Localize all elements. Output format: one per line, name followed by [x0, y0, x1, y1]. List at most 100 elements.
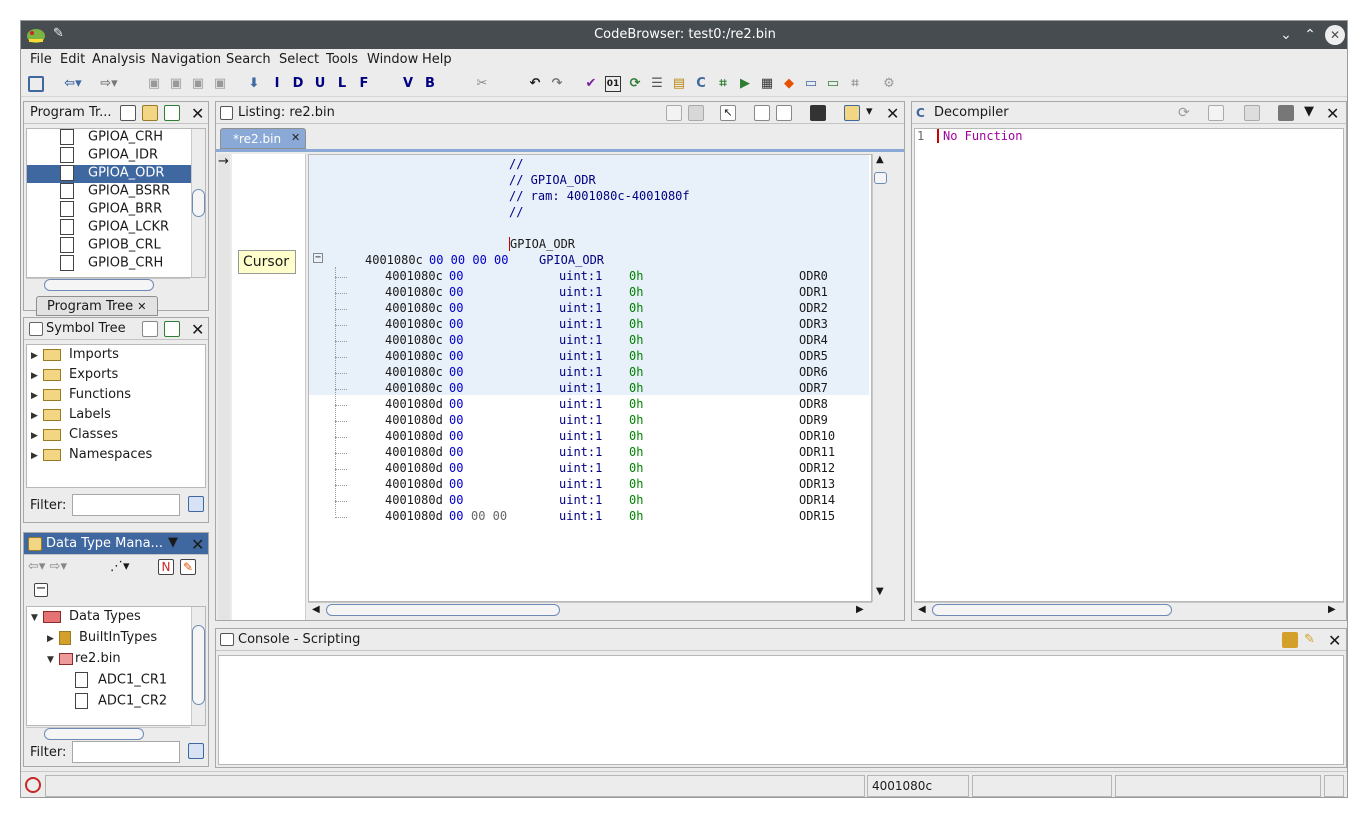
next-label-icon[interactable]: L — [335, 75, 349, 93]
filter-pointers-icon[interactable]: N — [158, 559, 174, 575]
forward-icon[interactable]: ⇨▾ — [97, 75, 121, 93]
pointer-icon[interactable]: ↖ — [720, 105, 736, 121]
next-bookmark-icon[interactable]: B — [423, 75, 437, 93]
field-address[interactable]: 4001080c — [385, 333, 443, 347]
expand-icon[interactable]: ▶ — [31, 371, 43, 381]
field-type[interactable]: uint:1 — [559, 317, 602, 331]
field-value[interactable]: 0h — [629, 429, 643, 443]
menu-search[interactable]: Search — [226, 52, 271, 67]
filter-options-icon[interactable] — [188, 496, 204, 512]
field-name[interactable]: ODR11 — [799, 445, 835, 459]
decompiler-hscroll[interactable]: ◀ ▶ — [914, 602, 1344, 618]
field-type[interactable]: uint:1 — [559, 301, 602, 315]
field-byte[interactable]: 00 — [449, 445, 463, 459]
clear-console-icon[interactable]: ✎ — [1304, 632, 1320, 648]
field-value[interactable]: 0h — [629, 477, 643, 491]
field-byte[interactable]: 00 — [449, 333, 463, 347]
function-graph-icon[interactable]: ⌗ — [715, 75, 731, 93]
field-byte[interactable]: 00 — [449, 381, 463, 395]
menu-tools[interactable]: Tools — [326, 52, 358, 67]
run-icon[interactable]: ▶ — [737, 75, 753, 93]
close-icon[interactable]: ✕ — [886, 104, 899, 123]
next-undefined-icon[interactable]: U — [313, 75, 327, 93]
field-type[interactable]: uint:1 — [559, 509, 602, 523]
expand-icon[interactable]: ▶ — [31, 351, 43, 361]
field-byte[interactable]: 00 — [449, 493, 463, 507]
label-gpioa-odr[interactable]: GPIOA_ODR — [509, 237, 575, 251]
export-tree-icon[interactable] — [164, 105, 180, 121]
dt-adc1-cr1[interactable]: ADC1_CR1 — [75, 672, 167, 688]
field-byte[interactable]: 00 — [449, 301, 463, 315]
field-type[interactable]: uint:1 — [559, 397, 602, 411]
field-value[interactable]: 0h — [629, 397, 643, 411]
close-icon[interactable]: ✕ — [191, 104, 204, 123]
field-name[interactable]: ODR1 — [799, 285, 828, 299]
menu-analysis[interactable]: Analysis — [92, 52, 146, 67]
menu-select[interactable]: Select — [279, 52, 319, 67]
script-icon[interactable]: ▭ — [803, 75, 819, 93]
next-instruction-icon[interactable]: I — [270, 75, 284, 93]
field-address[interactable]: 4001080c — [385, 317, 443, 331]
field-address[interactable]: 4001080d — [385, 397, 443, 411]
dropdown-icon[interactable]: ▾ — [866, 104, 873, 119]
field-type[interactable]: uint:1 — [559, 477, 602, 491]
dt-builtintypes[interactable]: ▶ BuiltInTypes — [47, 630, 157, 645]
nav-next-icon[interactable]: ▣ — [168, 75, 184, 93]
maximize-button[interactable]: ⌃ — [1300, 25, 1320, 45]
close-window-button[interactable]: ✕ — [1325, 25, 1345, 45]
symbol-functions[interactable]: ▶ Functions — [31, 387, 131, 402]
field-byte[interactable]: 00 — [449, 397, 463, 411]
console-output[interactable] — [218, 655, 1344, 765]
program-tree-hscroll[interactable] — [26, 278, 190, 292]
field-value[interactable]: 0h — [629, 365, 643, 379]
dt-root[interactable]: ▼ Data Types — [31, 609, 141, 624]
refresh-icon[interactable]: ⟳ — [627, 75, 643, 93]
field-value[interactable]: 0h — [629, 317, 643, 331]
export-icon[interactable]: ▭ — [825, 75, 841, 93]
collapse-structure-icon[interactable]: − — [313, 253, 323, 263]
next-function-icon[interactable]: F — [357, 75, 371, 93]
field-value[interactable]: 0h — [629, 269, 643, 283]
field-type[interactable]: uint:1 — [559, 429, 602, 443]
down-arrow-icon[interactable]: ⬇ — [247, 75, 261, 93]
field-value[interactable]: 0h — [629, 461, 643, 475]
field-name[interactable]: ODR5 — [799, 349, 828, 363]
minimize-button[interactable]: ⌄ — [1276, 25, 1296, 45]
scroll-thumb[interactable] — [932, 604, 1172, 616]
undo-icon[interactable]: ↶ — [527, 75, 543, 93]
diff-icon[interactable] — [776, 105, 792, 121]
settings-icon[interactable]: ⚙ — [881, 75, 897, 93]
close-icon[interactable]: ✕ — [191, 320, 204, 339]
menu-file[interactable]: File — [30, 52, 52, 67]
struct-address[interactable]: 4001080c — [365, 253, 423, 267]
field-type[interactable]: uint:1 — [559, 445, 602, 459]
filter-options-icon[interactable] — [188, 743, 204, 759]
field-address[interactable]: 4001080d — [385, 413, 443, 427]
tree-item-gpioa-bsrr[interactable]: GPIOA_BSRR — [27, 183, 191, 201]
edit-icon[interactable] — [142, 321, 158, 337]
scroll-left-icon[interactable]: ◀ — [918, 604, 926, 615]
next-value-icon[interactable]: V — [401, 75, 415, 93]
decompile-icon[interactable]: C — [693, 75, 709, 93]
menu-edit[interactable]: Edit — [60, 52, 85, 67]
bytes-icon[interactable]: 01 — [605, 76, 621, 92]
list-icon[interactable]: ☰ — [649, 75, 665, 93]
collapse-icon[interactable]: ▼ — [47, 655, 59, 665]
field-value[interactable]: 0h — [629, 381, 643, 395]
diamond-icon[interactable]: ◆ — [781, 75, 797, 93]
field-value[interactable]: 0h — [629, 493, 643, 507]
field-name[interactable]: ODR13 — [799, 477, 835, 491]
data-type-icon[interactable]: ▤ — [671, 75, 687, 93]
field-byte[interactable]: 00 — [449, 509, 463, 523]
tree-view-icon[interactable]: ⋰▾ — [110, 559, 130, 574]
scroll-left-icon[interactable]: ◀ — [312, 604, 320, 615]
field-type[interactable]: uint:1 — [559, 381, 602, 395]
back-icon[interactable]: ⇦▾ — [61, 75, 85, 93]
tree-item-gpioa-brr[interactable]: GPIOA_BRR — [27, 201, 191, 219]
field-address[interactable]: 4001080c — [385, 301, 443, 315]
clear-icon[interactable]: ✂ — [473, 75, 491, 93]
field-name[interactable]: ODR3 — [799, 317, 828, 331]
field-byte[interactable]: 00 — [449, 413, 463, 427]
collapse-all-icon[interactable]: − — [34, 582, 48, 597]
field-name[interactable]: ODR7 — [799, 381, 828, 395]
